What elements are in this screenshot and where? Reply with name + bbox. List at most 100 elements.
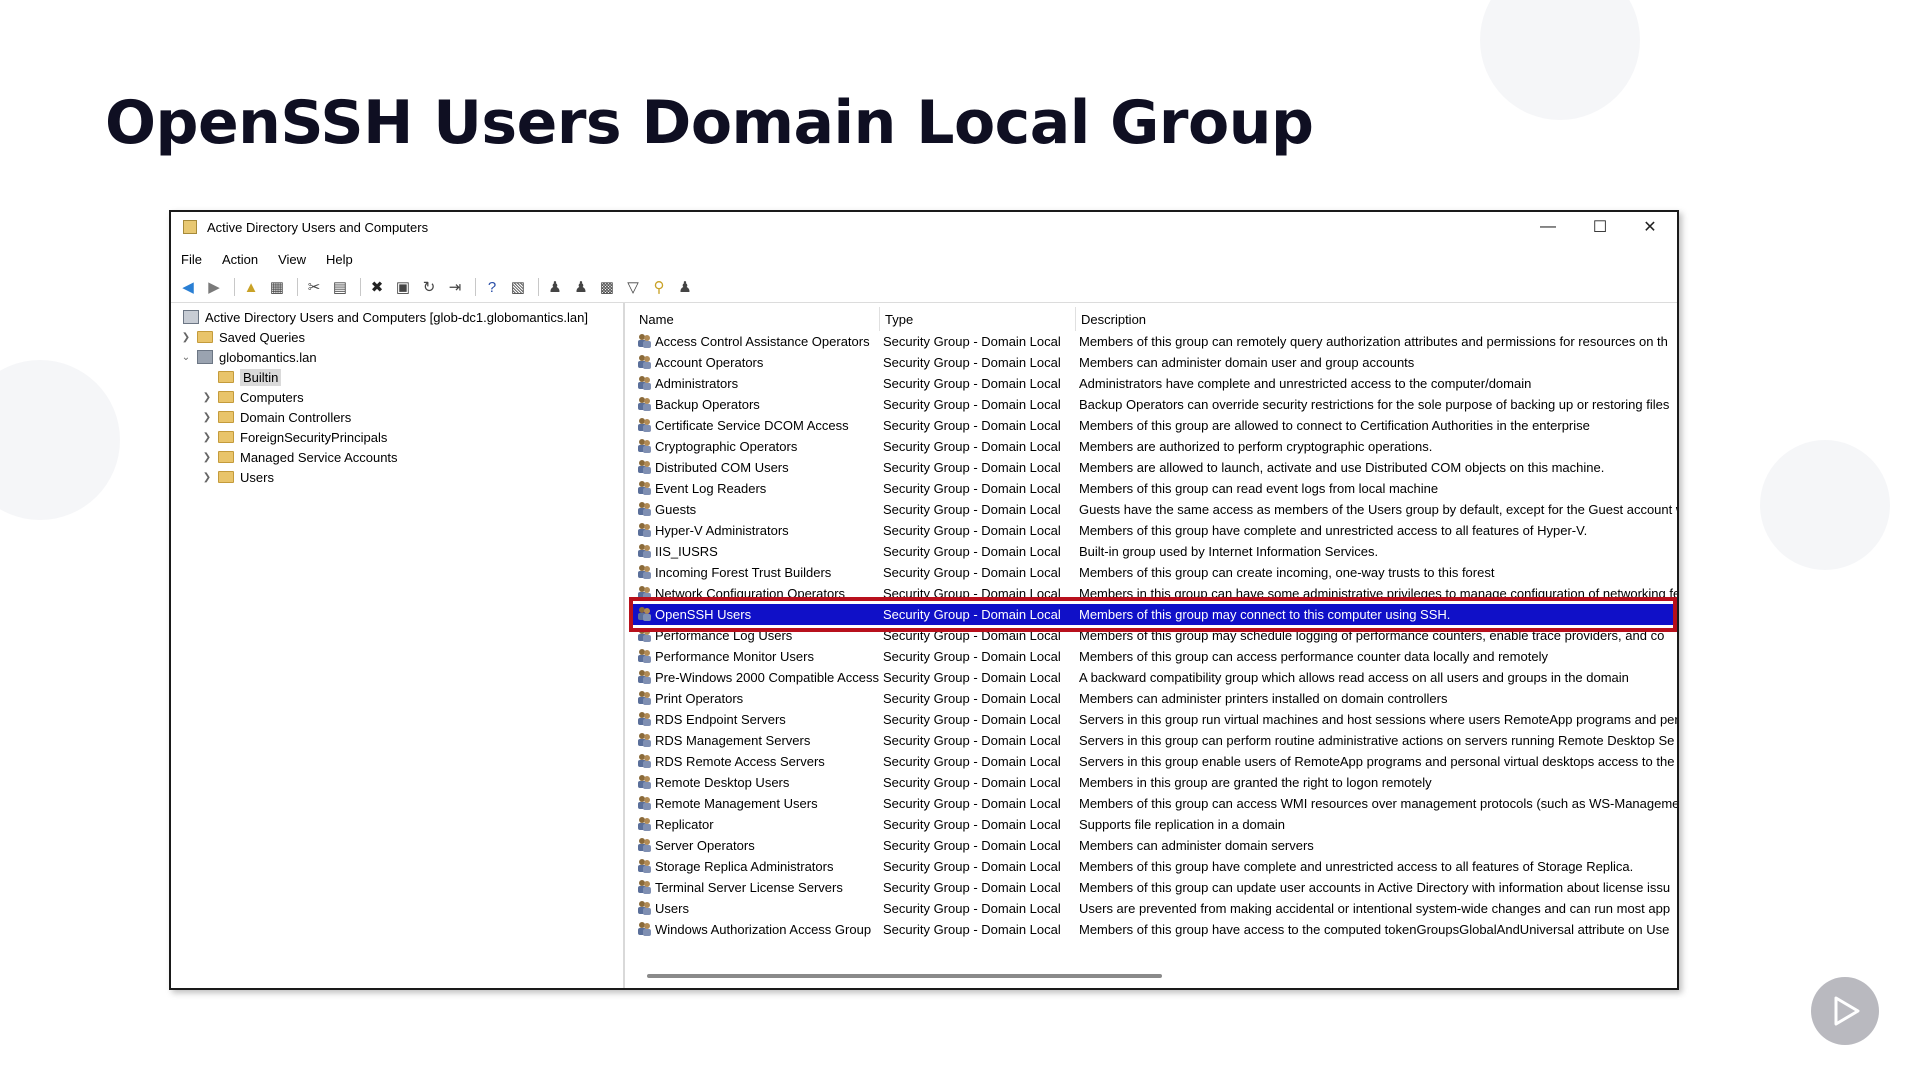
horizontal-scrollbar[interactable]: [647, 974, 1162, 978]
table-row[interactable]: Remote Desktop Users Security Group - Dom…: [629, 772, 1677, 793]
refresh-icon[interactable]: ↻: [418, 276, 440, 298]
tree-item-users[interactable]: ❯ Users: [200, 467, 274, 487]
chevron-right-icon[interactable]: ❯: [200, 412, 214, 423]
tree-item-foreign-security-principals[interactable]: ❯ ForeignSecurityPrincipals: [200, 427, 388, 447]
tree-item-domain[interactable]: ⌄ globomantics.lan: [179, 347, 317, 367]
show-console-tree-icon[interactable]: ▦: [266, 276, 288, 298]
table-row[interactable]: Windows Authorization Access Group Securi…: [629, 919, 1677, 940]
column-header-type[interactable]: Type: [885, 309, 913, 329]
group-description-cell: Members of this group may schedule loggi…: [1079, 628, 1665, 643]
table-row[interactable]: Hyper-V Administrators Security Group - D…: [629, 520, 1677, 541]
group-description-cell: Members of this group can update user ac…: [1079, 880, 1671, 895]
aduc-app-icon: [183, 220, 197, 234]
new-ou-icon[interactable]: ▩: [596, 276, 618, 298]
menu-file[interactable]: File: [171, 252, 212, 267]
table-row[interactable]: OpenSSH Users Security Group - Domain Loc…: [629, 604, 1677, 625]
table-row[interactable]: Account Operators Security Group - Domain…: [629, 352, 1677, 373]
group-description-cell: Members are authorized to perform crypto…: [1079, 439, 1433, 454]
table-row[interactable]: Backup Operators Security Group - Domain …: [629, 394, 1677, 415]
close-button[interactable]: ✕: [1625, 212, 1675, 242]
table-row[interactable]: Users Security Group - Domain Local Users …: [629, 898, 1677, 919]
security-group-icon: [636, 480, 653, 496]
group-name-cell: IIS_IUSRS: [655, 544, 718, 559]
table-row[interactable]: Access Control Assistance Operators Secur…: [629, 331, 1677, 352]
security-group-icon: [636, 648, 653, 664]
column-header-description[interactable]: Description: [1081, 309, 1146, 329]
table-row[interactable]: Performance Monitor Users Security Group …: [629, 646, 1677, 667]
tree-root-label: Active Directory Users and Computers [gl…: [205, 309, 588, 325]
group-name-cell: Performance Monitor Users: [655, 649, 814, 664]
new-user-icon[interactable]: ♟: [544, 276, 566, 298]
table-row[interactable]: Certificate Service DCOM Access Security …: [629, 415, 1677, 436]
column-header-name[interactable]: Name: [639, 309, 674, 329]
group-name-cell: RDS Endpoint Servers: [655, 712, 786, 727]
table-row[interactable]: Storage Replica Administrators Security G…: [629, 856, 1677, 877]
table-row[interactable]: Incoming Forest Trust Builders Security G…: [629, 562, 1677, 583]
tree-item-computers[interactable]: ❯ Computers: [200, 387, 304, 407]
background-decoration: [0, 360, 120, 520]
group-type-cell: Security Group - Domain Local: [883, 355, 1061, 370]
group-type-cell: Security Group - Domain Local: [883, 628, 1061, 643]
properties-icon[interactable]: ▣: [392, 276, 414, 298]
tree-root[interactable]: Active Directory Users and Computers [gl…: [179, 307, 588, 327]
table-row[interactable]: IIS_IUSRS Security Group - Domain Local Bu…: [629, 541, 1677, 562]
cut-icon[interactable]: ✂: [303, 276, 325, 298]
table-row[interactable]: Event Log Readers Security Group - Domain…: [629, 478, 1677, 499]
table-row[interactable]: Replicator Security Group - Domain Local S…: [629, 814, 1677, 835]
chevron-right-icon[interactable]: ❯: [200, 452, 214, 463]
group-type-cell: Security Group - Domain Local: [883, 481, 1061, 496]
table-row[interactable]: Performance Log Users Security Group - Do…: [629, 625, 1677, 646]
up-folder-icon[interactable]: ▲: [240, 276, 262, 298]
table-row[interactable]: RDS Remote Access Servers Security Group …: [629, 751, 1677, 772]
delete-icon[interactable]: ✖: [366, 276, 388, 298]
column-divider[interactable]: [879, 307, 880, 331]
paste-icon[interactable]: ▤: [329, 276, 351, 298]
tree-item-domain-controllers[interactable]: ❯ Domain Controllers: [200, 407, 351, 427]
menu-help[interactable]: Help: [316, 252, 363, 267]
menu-view[interactable]: View: [268, 252, 316, 267]
table-row[interactable]: Pre-Windows 2000 Compatible Access Securi…: [629, 667, 1677, 688]
back-icon[interactable]: ◀: [177, 276, 199, 298]
table-row[interactable]: Remote Management Users Security Group - …: [629, 793, 1677, 814]
minimize-button[interactable]: —: [1523, 212, 1573, 242]
play-icon[interactable]: [1811, 977, 1879, 1045]
tree-item-managed-service-accounts[interactable]: ❯ Managed Service Accounts: [200, 447, 398, 467]
table-row[interactable]: RDS Endpoint Servers Security Group - Dom…: [629, 709, 1677, 730]
table-row[interactable]: Terminal Server License Servers Security …: [629, 877, 1677, 898]
column-divider[interactable]: [1075, 307, 1076, 331]
table-row[interactable]: Distributed COM Users Security Group - Do…: [629, 457, 1677, 478]
group-description-cell: Servers in this group enable users of Re…: [1079, 754, 1675, 769]
chevron-right-icon[interactable]: ❯: [179, 332, 193, 343]
help-icon[interactable]: ?: [481, 276, 503, 298]
help-topics-icon[interactable]: ▧: [507, 276, 529, 298]
chevron-down-icon[interactable]: ⌄: [179, 352, 193, 363]
tree-item-label: globomantics.lan: [219, 349, 317, 365]
table-row[interactable]: Administrators Security Group - Domain Lo…: [629, 373, 1677, 394]
chevron-right-icon[interactable]: ❯: [200, 472, 214, 483]
new-group-icon[interactable]: ♟: [570, 276, 592, 298]
menu-action[interactable]: Action: [212, 252, 268, 267]
table-row[interactable]: Guests Security Group - Domain Local Guest…: [629, 499, 1677, 520]
group-type-cell: Security Group - Domain Local: [883, 880, 1061, 895]
table-row[interactable]: Network Configuration Operators Security …: [629, 583, 1677, 604]
table-row[interactable]: Cryptographic Operators Security Group - …: [629, 436, 1677, 457]
find-icon[interactable]: ⚲: [648, 276, 670, 298]
group-description-cell: Servers in this group can perform routin…: [1079, 733, 1675, 748]
group-name-cell: Event Log Readers: [655, 481, 767, 496]
table-row[interactable]: RDS Management Servers Security Group - D…: [629, 730, 1677, 751]
table-row[interactable]: Server Operators Security Group - Domain …: [629, 835, 1677, 856]
chevron-right-icon[interactable]: ❯: [200, 392, 214, 403]
forward-icon[interactable]: ▶: [203, 276, 225, 298]
add-to-group-icon[interactable]: ♟: [674, 276, 696, 298]
security-group-icon: [636, 459, 653, 475]
maximize-button[interactable]: ☐: [1575, 212, 1625, 242]
filter-icon[interactable]: ▽: [622, 276, 644, 298]
tree-item-saved-queries[interactable]: ❯ Saved Queries: [179, 327, 305, 347]
export-list-icon[interactable]: ⇥: [444, 276, 466, 298]
chevron-right-icon[interactable]: ❯: [200, 432, 214, 443]
group-description-cell: Members in this group are granted the ri…: [1079, 775, 1432, 790]
tree-item-builtin[interactable]: Builtin: [200, 367, 282, 387]
window-titlebar[interactable]: Active Directory Users and Computers: [171, 212, 1677, 242]
table-row[interactable]: Print Operators Security Group - Domain L…: [629, 688, 1677, 709]
security-group-icon: [636, 522, 653, 538]
